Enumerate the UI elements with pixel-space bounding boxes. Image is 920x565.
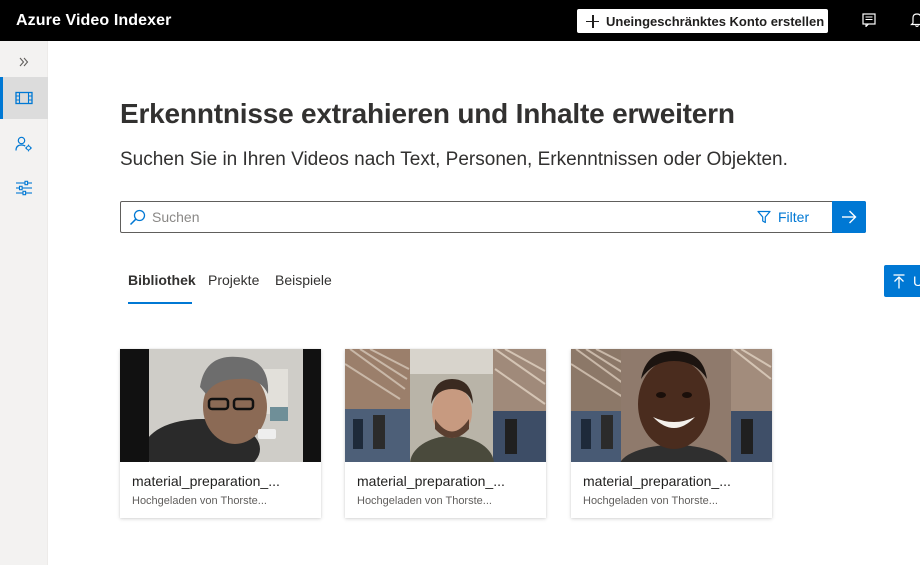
upload-label: U	[913, 273, 920, 289]
sidebar-item-model-customization[interactable]	[0, 167, 48, 209]
film-icon	[15, 91, 33, 105]
upload-button[interactable]: U	[884, 265, 920, 297]
video-uploader: Hochgeladen von Thorste...	[357, 495, 492, 507]
video-thumbnail	[120, 349, 321, 462]
video-card[interactable]: material_preparation_... Hochgeladen von…	[571, 349, 772, 518]
video-thumbnail	[345, 349, 546, 462]
plus-icon	[586, 14, 599, 28]
bell-icon[interactable]	[910, 12, 920, 28]
filter-button[interactable]: Filter	[757, 202, 833, 232]
person-settings-icon	[15, 136, 32, 152]
search-submit-button[interactable]	[832, 201, 866, 233]
top-bar: Azure Video Indexer Uneingeschränktes Ko…	[0, 0, 920, 41]
arrow-right-icon	[842, 210, 857, 224]
video-uploader: Hochgeladen von Thorste...	[132, 495, 267, 507]
video-title: material_preparation_...	[583, 473, 731, 489]
tab-beispiele[interactable]: Beispiele	[275, 272, 332, 288]
page-subtitle: Suchen Sie in Ihren Videos nach Text, Pe…	[120, 149, 788, 170]
upload-icon	[893, 273, 905, 288]
video-card[interactable]: material_preparation_... Hochgeladen von…	[120, 349, 321, 518]
page-title: Erkenntnisse extrahieren und Inhalte erw…	[120, 98, 735, 129]
sidebar	[0, 41, 48, 565]
search-icon	[129, 209, 146, 226]
filter-label: Filter	[778, 209, 810, 225]
search-box: Filter	[120, 201, 866, 233]
create-account-label: Uneingeschränktes Konto erstellen	[606, 13, 825, 29]
sidebar-item-media-library[interactable]	[0, 77, 48, 119]
video-title: material_preparation_...	[132, 473, 280, 489]
video-title: material_preparation_...	[357, 473, 505, 489]
sliders-icon	[16, 180, 32, 196]
chevron-double-right-icon	[19, 57, 29, 67]
video-card[interactable]: material_preparation_... Hochgeladen von…	[345, 349, 546, 518]
create-account-button[interactable]: Uneingeschränktes Konto erstellen	[577, 9, 828, 33]
active-tab-indicator	[128, 302, 192, 304]
tab-projekte[interactable]: Projekte	[208, 272, 259, 288]
tab-bibliothek[interactable]: Bibliothek	[128, 272, 196, 288]
sidebar-item-people-settings[interactable]	[0, 123, 48, 165]
video-thumbnail	[571, 349, 772, 462]
filter-icon	[757, 210, 771, 224]
video-uploader: Hochgeladen von Thorste...	[583, 495, 718, 507]
search-input[interactable]	[152, 207, 712, 227]
feedback-icon[interactable]	[862, 13, 876, 27]
app-title[interactable]: Azure Video Indexer	[16, 12, 171, 30]
